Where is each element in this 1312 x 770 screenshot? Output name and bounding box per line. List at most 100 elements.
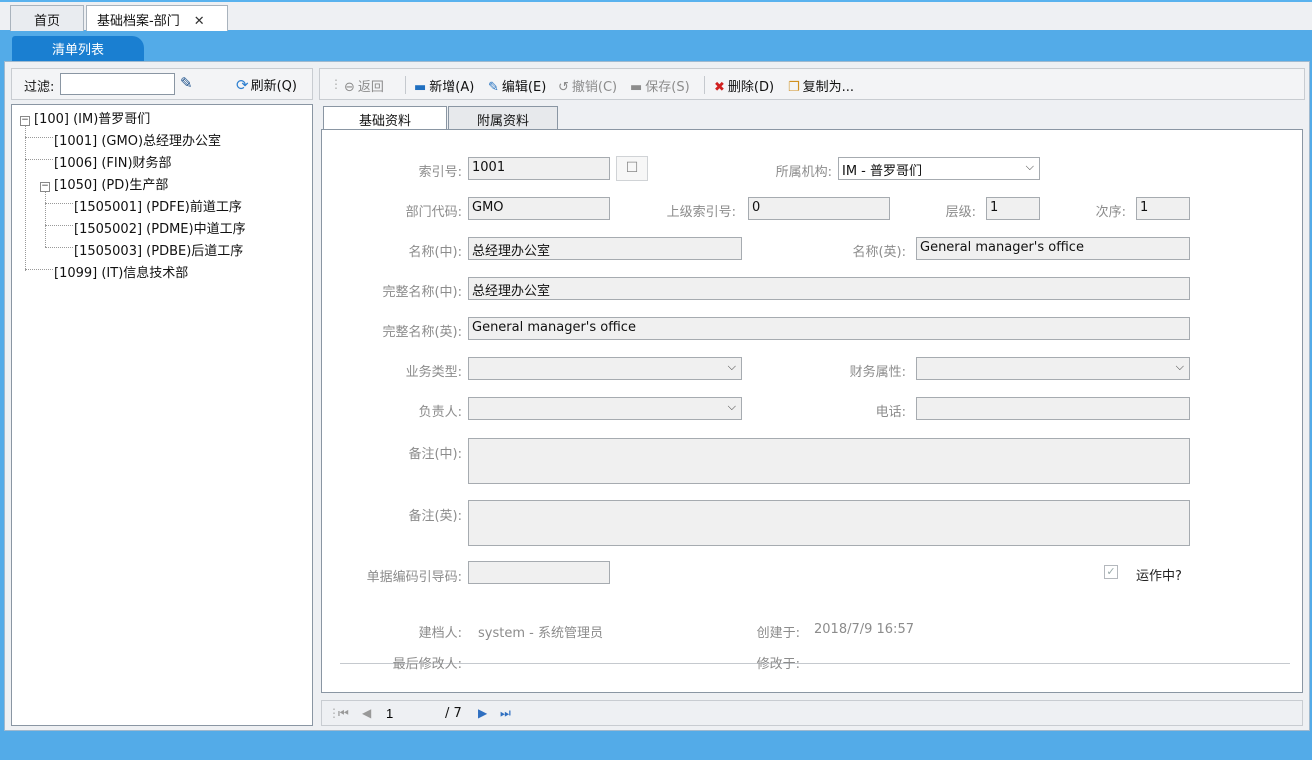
tab-list[interactable]: 清单列表 xyxy=(12,36,144,61)
full-name-cn-value: 总经理办公室 xyxy=(472,284,551,299)
tree-node-label: [100] (IM)普罗哥们 xyxy=(34,112,151,127)
delete-label: 删除(D) xyxy=(727,80,775,95)
page-number-input[interactable] xyxy=(384,704,434,723)
remark-cn-label: 备注(中): xyxy=(408,447,462,462)
level-field[interactable]: 1 xyxy=(986,197,1040,220)
tab-home[interactable]: 首页 xyxy=(10,5,84,31)
refresh-button[interactable]: ⟳ 刷新(Q) xyxy=(236,75,297,94)
divider xyxy=(340,663,1290,664)
back-icon: ⊖ xyxy=(344,80,355,95)
tree-node-label: [1505003] (PDBE)后道工序 xyxy=(74,244,244,259)
owner-label: 负责人: xyxy=(418,405,462,420)
edit-label: 编辑(E) xyxy=(501,80,547,95)
tree-node-label: [1099] (IT)信息技术部 xyxy=(54,266,189,281)
name-cn-field[interactable]: 总经理办公室 xyxy=(468,237,742,260)
tree-node[interactable]: [1099] (IT)信息技术部 xyxy=(54,262,188,281)
tab-list-label: 清单列表 xyxy=(51,43,104,58)
modifier-label: 最后修改人: xyxy=(392,657,462,672)
remark-en-label: 备注(英): xyxy=(408,509,462,524)
tree-node[interactable]: − [1050] (PD)生产部 xyxy=(40,174,168,193)
document-tab-bar: 首页 基础档案-部门 ✕ xyxy=(0,0,1312,31)
index-value: 1001 xyxy=(472,160,506,175)
full-name-en-field[interactable]: General manager's office xyxy=(468,317,1190,340)
toolbar-grip[interactable]: ⋮ xyxy=(330,77,342,91)
phone-field[interactable] xyxy=(916,397,1190,420)
tree-node[interactable]: [1505001] (PDFE)前道工序 xyxy=(74,196,242,215)
page-total: / 7 xyxy=(445,706,462,721)
back-button[interactable]: ⊖ 返回 xyxy=(344,76,384,95)
tree-node[interactable]: [1505003] (PDBE)后道工序 xyxy=(74,240,243,259)
tree-node[interactable]: [1001] (GMO)总经理办公室 xyxy=(54,130,221,149)
collapse-icon[interactable]: − xyxy=(20,116,30,126)
index-field[interactable]: 1001 xyxy=(468,157,610,180)
name-en-field[interactable]: General manager's office xyxy=(916,237,1190,260)
remark-cn-field[interactable] xyxy=(468,438,1190,484)
first-page-icon[interactable]: ⏮ xyxy=(338,706,349,721)
order-field[interactable]: 1 xyxy=(1136,197,1190,220)
tree-node-label: [1006] (FIN)财务部 xyxy=(54,156,172,171)
level-value: 1 xyxy=(990,200,999,215)
name-en-label: 名称(英): xyxy=(852,245,906,260)
biz-type-select[interactable]: ⌵ xyxy=(468,357,742,380)
doc-code-field[interactable] xyxy=(468,561,610,584)
full-name-en-value: General manager's office xyxy=(472,320,636,335)
last-page-icon[interactable]: ⏭ xyxy=(500,706,511,721)
created-label: 创建于: xyxy=(756,626,800,641)
fin-attr-select[interactable]: ⌵ xyxy=(916,357,1190,380)
tab-department[interactable]: 基础档案-部门 ✕ xyxy=(86,5,228,31)
parent-index-field[interactable]: 0 xyxy=(748,197,890,220)
copy-label: 复制为... xyxy=(802,80,855,95)
edit-button[interactable]: ✎ 编辑(E) xyxy=(488,76,546,95)
doc-code-label: 单据编码引导码: xyxy=(366,570,462,585)
full-name-cn-field[interactable]: 总经理办公室 xyxy=(468,277,1190,300)
status-bar xyxy=(0,760,1312,770)
edit-index-button[interactable]: ☐ xyxy=(616,156,648,181)
prev-page-icon[interactable]: ◀ xyxy=(362,706,371,720)
tab-department-label: 基础档案-部门 xyxy=(97,14,180,29)
creator-label: 建档人: xyxy=(418,626,462,641)
eraser-icon[interactable]: ✎ xyxy=(180,74,193,92)
name-en-value: General manager's office xyxy=(920,240,1084,255)
tab-basic-info[interactable]: 基础资料 xyxy=(323,106,447,130)
filter-bar: 过滤: ✎ ⟳ 刷新(Q) xyxy=(11,68,313,100)
next-page-icon[interactable]: ▶ xyxy=(478,706,487,720)
delete-button[interactable]: ✖ 删除(D) xyxy=(714,76,774,95)
collapse-icon[interactable]: − xyxy=(40,182,50,192)
parent-index-label: 上级索引号: xyxy=(666,205,736,220)
owner-select[interactable]: ⌵ xyxy=(468,397,742,420)
department-tree: − [100] (IM)普罗哥们 [1001] (GMO)总经理办公室 [1006… xyxy=(11,104,313,726)
edit-icon: ☐ xyxy=(625,160,639,176)
modified-label: 修改于: xyxy=(756,657,800,672)
full-name-cn-label: 完整名称(中): xyxy=(382,285,462,300)
created-value: 2018/7/9 16:57 xyxy=(814,622,914,637)
undo-label: 撤销(C) xyxy=(571,80,618,95)
remark-en-field[interactable] xyxy=(468,500,1190,546)
tree-node[interactable]: − [100] (IM)普罗哥们 xyxy=(20,108,150,127)
save-label: 保存(S) xyxy=(645,80,690,95)
tree-node[interactable]: [1505002] (PDME)中道工序 xyxy=(74,218,246,237)
tree-node-label: [1505002] (PDME)中道工序 xyxy=(74,222,246,237)
undo-button[interactable]: ↺ 撤销(C) xyxy=(558,76,617,95)
tree-node-label: [1050] (PD)生产部 xyxy=(54,178,169,193)
copy-as-button[interactable]: ❐ 复制为... xyxy=(788,76,854,95)
chevron-down-icon: ⌵ xyxy=(727,360,736,373)
filter-input[interactable] xyxy=(60,73,175,95)
close-icon[interactable]: ✕ xyxy=(194,14,205,29)
save-button[interactable]: ▬ 保存(S) xyxy=(630,76,690,95)
chevron-down-icon: ⌵ xyxy=(1175,360,1184,373)
copy-icon: ❐ xyxy=(788,80,800,95)
active-checkbox[interactable]: ✓ xyxy=(1104,565,1118,579)
pencil-icon: ✎ xyxy=(488,80,499,95)
toolbar: ⋮ ⊖ 返回 ▬ 新增(A) ✎ 编辑(E) ↺ 撤销(C) ▬ 保存(S) ✖ 删除(D)… xyxy=(319,68,1305,100)
level-label: 层级: xyxy=(945,205,976,220)
biz-type-label: 业务类型: xyxy=(405,365,462,380)
creator-value: system - 系统管理员 xyxy=(478,626,603,641)
org-value: IM - 普罗哥们 xyxy=(842,164,923,179)
add-button[interactable]: ▬ 新增(A) xyxy=(414,76,474,95)
tab-extra-info[interactable]: 附属资料 xyxy=(448,106,558,130)
code-field[interactable]: GMO xyxy=(468,197,610,220)
add-label: 新增(A) xyxy=(429,80,475,95)
org-select[interactable]: IM - 普罗哥们 ⌵ xyxy=(838,157,1040,180)
tree-node[interactable]: [1006] (FIN)财务部 xyxy=(54,152,172,171)
add-icon: ▬ xyxy=(414,80,427,95)
